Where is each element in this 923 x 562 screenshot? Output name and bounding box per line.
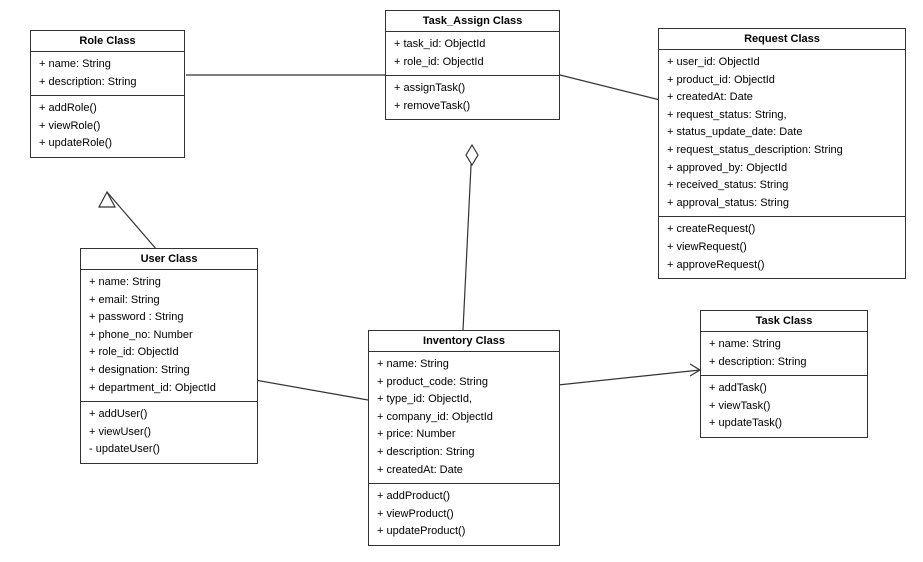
inventory-class-box: Inventory Class + name: String + product…	[368, 330, 560, 546]
role-class-methods: + addRole() + viewRole() + updateRole()	[31, 96, 184, 157]
inventory-class-title: Inventory Class	[369, 331, 559, 352]
uml-diagram: Role Class + name: String + description:…	[0, 0, 923, 562]
inventory-class-attributes: + name: String + product_code: String + …	[369, 352, 559, 484]
user-class-title: User Class	[81, 249, 257, 270]
user-class-methods: + addUser() + viewUser() - updateUser()	[81, 402, 257, 463]
task-class-attributes: + name: String + description: String	[701, 332, 867, 376]
task-class-methods: + addTask() + viewTask() + updateTask()	[701, 376, 867, 437]
inventory-class-methods: + addProduct() + viewProduct() + updateP…	[369, 484, 559, 545]
task-assign-class-methods: + assignTask() + removeTask()	[386, 76, 559, 119]
task-class-box: Task Class + name: String + description:…	[700, 310, 868, 438]
role-class-title: Role Class	[31, 31, 184, 52]
request-class-box: Request Class + user_id: ObjectId + prod…	[658, 28, 906, 279]
user-class-attributes: + name: String + email: String + passwor…	[81, 270, 257, 402]
task-assign-class-title: Task_Assign Class	[386, 11, 559, 32]
task-class-title: Task Class	[701, 311, 867, 332]
role-class-attributes: + name: String + description: String	[31, 52, 184, 96]
role-class-box: Role Class + name: String + description:…	[30, 30, 185, 158]
task-assign-class-attributes: + task_id: ObjectId + role_id: ObjectId	[386, 32, 559, 76]
user-class-box: User Class + name: String + email: Strin…	[80, 248, 258, 464]
request-class-attributes: + user_id: ObjectId + product_id: Object…	[659, 50, 905, 217]
task-assign-class-box: Task_Assign Class + task_id: ObjectId + …	[385, 10, 560, 120]
request-class-title: Request Class	[659, 29, 905, 50]
request-class-methods: + createRequest() + viewRequest() + appr…	[659, 217, 905, 278]
